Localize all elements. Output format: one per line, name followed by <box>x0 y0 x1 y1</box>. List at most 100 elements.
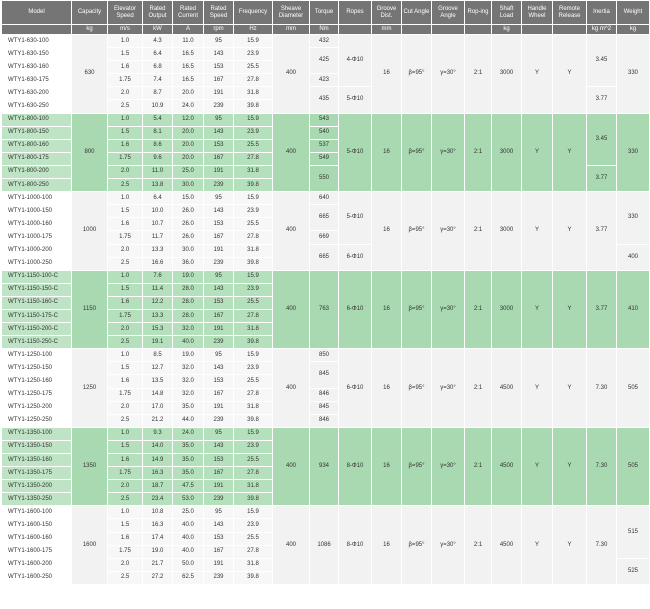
header-sheave-diameter: Sheave Diameter <box>272 0 310 25</box>
rpm-cell: 191 <box>203 322 234 337</box>
rpm-cell: 167 <box>203 387 234 402</box>
current-cell: 20.0 <box>172 151 204 166</box>
ropes-cell: 8-Φ10 <box>338 505 372 585</box>
model-cell: WTY1-1350-200 <box>1 479 72 494</box>
current-cell: 16.5 <box>172 73 204 88</box>
frequency-cell: 31.8 <box>233 322 273 337</box>
torque-cell: 763 <box>309 269 339 350</box>
current-cell: 25.0 <box>172 164 204 180</box>
weight-cell: 330 <box>616 191 650 245</box>
frequency-cell: 25.5 <box>233 217 273 232</box>
speed-cell: 1.5 <box>107 518 143 533</box>
table-row: WTY1-800-100 800 1.0 5.4 12.0 95 15.9 400 543 5-Φ… <box>1 112 650 193</box>
speed-cell: 2.0 <box>107 479 143 494</box>
torque-cell: 425 <box>309 47 339 75</box>
model-cell: WTY1-1250-200 <box>1 400 72 415</box>
rpm-cell: 167 <box>203 151 234 166</box>
unit-shaft-load: kg <box>491 24 522 35</box>
frequency-cell: 23.9 <box>233 125 273 140</box>
speed-cell: 1.5 <box>107 282 143 297</box>
handle-wheel-cell: Y <box>521 112 553 193</box>
groove-dist-cell: 16 <box>371 112 402 193</box>
rpm-cell: 167 <box>203 544 234 559</box>
current-cell: 40.0 <box>172 518 204 533</box>
capacity-cell: 630 <box>71 34 108 114</box>
speed-cell: 2.0 <box>107 322 143 337</box>
ropes-cell: 6-Φ10 <box>338 243 372 271</box>
output-cell: 9.6 <box>142 151 173 166</box>
capacity-cell: 1350 <box>71 426 108 507</box>
unit-rated-speed: rpm <box>203 24 234 35</box>
frequency-cell: 27.8 <box>233 387 273 402</box>
groove-angle-cell: γ=30° <box>431 426 465 507</box>
frequency-cell: 39.8 <box>233 570 273 585</box>
speed-cell: 2.0 <box>107 400 143 415</box>
model-cell: WTY1-1000-200 <box>1 243 72 258</box>
header-inertia: Inertia <box>586 0 617 25</box>
weight-cell: 330 <box>616 112 650 193</box>
rpm-cell: 153 <box>203 138 234 153</box>
output-cell: 18.7 <box>142 479 173 494</box>
speed-cell: 1.75 <box>107 308 143 324</box>
speed-cell: 1.75 <box>107 230 143 245</box>
rpm-cell: 95 <box>203 112 234 127</box>
current-cell: 16.5 <box>172 47 204 62</box>
speed-cell: 2.0 <box>107 557 143 572</box>
current-cell: 28.0 <box>172 308 204 324</box>
shaft-load-cell: 3000 <box>491 191 522 271</box>
capacity-cell: 1150 <box>71 269 108 350</box>
current-cell: 28.0 <box>172 295 204 310</box>
frequency-cell: 39.8 <box>233 178 273 193</box>
header-weight: Weight <box>616 0 650 25</box>
remote-release-cell: Y <box>552 426 587 507</box>
handle-wheel-cell: Y <box>521 34 553 114</box>
model-cell: WTY1-630-160 <box>1 60 72 75</box>
rpm-cell: 143 <box>203 204 234 219</box>
unit-inertia: kg m^2 <box>586 24 617 35</box>
header-elevator-speed: Elevator Speed <box>107 0 143 25</box>
frequency-cell: 15.9 <box>233 269 273 284</box>
model-cell: WTY1-800-200 <box>1 164 72 180</box>
header-rated-current: Rated Current <box>172 0 204 25</box>
frequency-cell: 27.8 <box>233 73 273 88</box>
output-cell: 10.7 <box>142 217 173 232</box>
unit-cut-angle <box>401 24 432 35</box>
cut-angle-cell: β=95° <box>401 348 432 428</box>
sheave-cell: 400 <box>272 269 310 350</box>
rpm-cell: 167 <box>203 308 234 324</box>
output-cell: 7.4 <box>142 73 173 88</box>
output-cell: 21.2 <box>142 413 173 428</box>
output-cell: 14.0 <box>142 439 173 455</box>
output-cell: 12.7 <box>142 361 173 376</box>
model-cell: WTY1-800-175 <box>1 151 72 166</box>
frequency-cell: 15.9 <box>233 426 273 441</box>
groove-angle-cell: γ=30° <box>431 112 465 193</box>
table-row: WTY1-1350-100 1350 1.0 9.3 24.0 95 15.9 400 934 8… <box>1 426 650 507</box>
cut-angle-cell: β=95° <box>401 112 432 193</box>
ropes-cell: 5-Φ10 <box>338 86 372 114</box>
rpm-cell: 95 <box>203 33 234 49</box>
shaft-load-cell: 3000 <box>491 112 522 193</box>
model-cell: WTY1-1250-150 <box>1 361 72 376</box>
torque-cell: 845 <box>309 400 339 415</box>
current-cell: 40.0 <box>172 531 204 546</box>
rpm-cell: 153 <box>203 452 234 468</box>
speed-cell: 1.75 <box>107 387 143 402</box>
rpm-cell: 95 <box>203 426 234 441</box>
torque-cell: 850 <box>309 348 339 363</box>
current-cell: 19.0 <box>172 348 204 363</box>
rpm-cell: 143 <box>203 47 234 62</box>
groove-dist-cell: 16 <box>371 426 402 507</box>
model-cell: WTY1-1600-150 <box>1 518 72 533</box>
header-torque: Torque <box>309 0 339 25</box>
current-cell: 19.0 <box>172 269 204 284</box>
roping-cell: 2:1 <box>464 348 492 428</box>
groove-angle-cell: γ=30° <box>431 348 465 428</box>
torque-cell: 934 <box>309 426 339 507</box>
rpm-cell: 239 <box>203 335 234 350</box>
output-cell: 16.6 <box>142 256 173 271</box>
frequency-cell: 15.9 <box>233 33 273 49</box>
roping-cell: 2:1 <box>464 112 492 193</box>
model-cell: WTY1-800-250 <box>1 178 72 193</box>
frequency-cell: 39.8 <box>233 413 273 428</box>
